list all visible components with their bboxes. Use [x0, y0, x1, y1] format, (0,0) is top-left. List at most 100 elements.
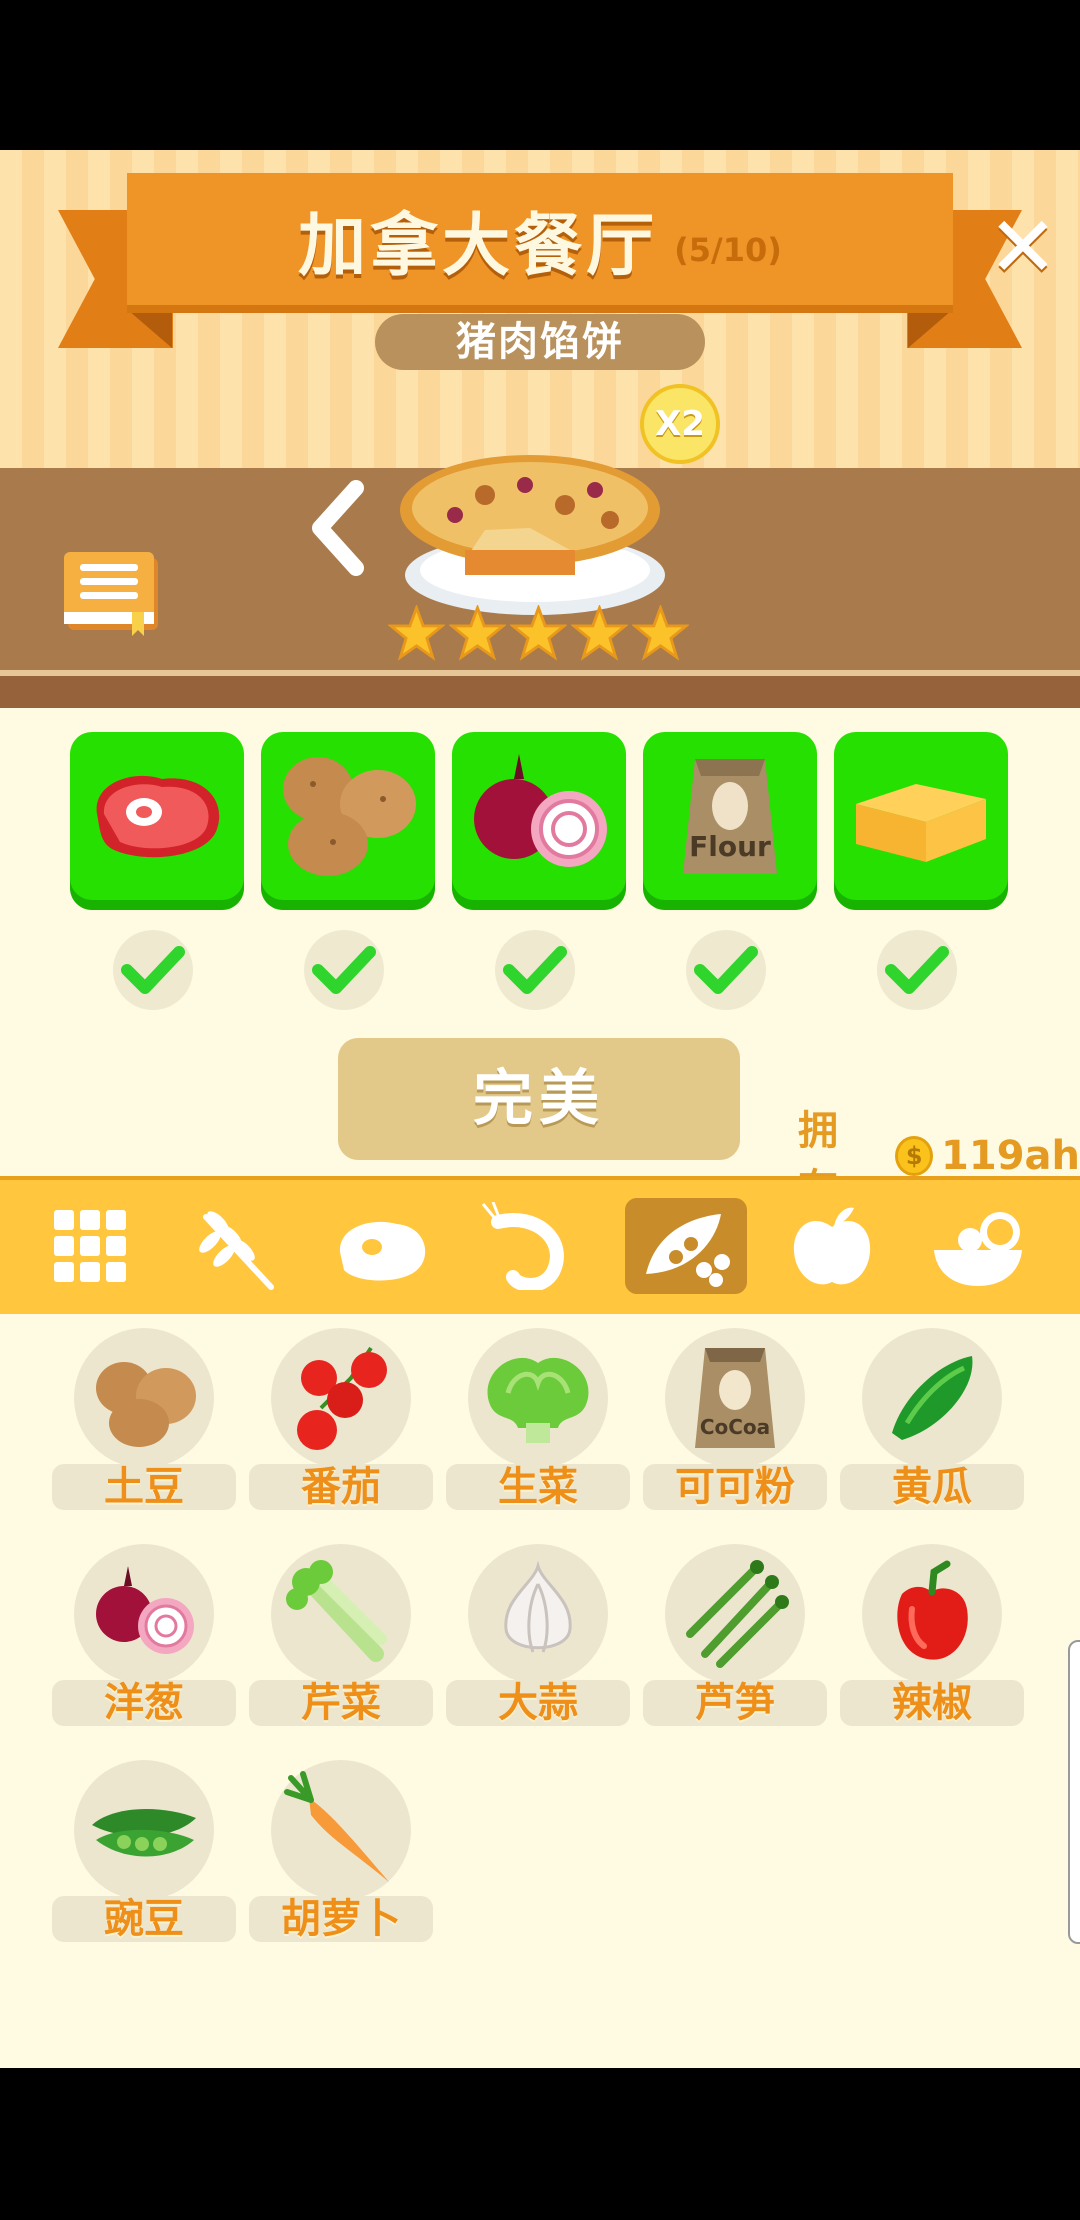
ingredient-onion[interactable]: 洋葱 — [52, 1544, 236, 1734]
ingredient-image — [271, 1760, 411, 1900]
ingredient-image — [468, 1328, 608, 1468]
ingredient-label: 洋葱 — [52, 1680, 236, 1726]
title-banner: 加拿大餐厅 (5/10) — [127, 173, 953, 313]
ingredient-slot-steak[interactable] — [70, 732, 244, 910]
category-vegetables[interactable] — [625, 1198, 747, 1294]
star-icon — [632, 605, 689, 661]
check-icon — [877, 930, 957, 1010]
category-grains[interactable] — [175, 1198, 297, 1294]
category-bar — [0, 1176, 1080, 1314]
ingredient-label: 芹菜 — [249, 1680, 433, 1726]
carrot-icon — [284, 1771, 391, 1885]
cocoa-bag-text: CoCoa — [700, 1415, 770, 1439]
category-meat[interactable] — [321, 1198, 443, 1294]
pepper-icon — [897, 1560, 968, 1660]
coin-icon: $ — [895, 1136, 934, 1176]
shrimp-icon — [481, 1202, 564, 1290]
ingredient-image — [74, 1328, 214, 1468]
multiplier-badge: X2 — [640, 384, 720, 464]
ingredient-potato[interactable]: 土豆 — [52, 1328, 236, 1518]
ingredient-image — [468, 1544, 608, 1684]
ingredient-image — [74, 1760, 214, 1900]
restaurant-title: 加拿大餐厅 — [298, 206, 659, 286]
grid-icon — [54, 1210, 126, 1282]
flour-bag-icon: Flour — [683, 759, 777, 874]
ingredient-image — [74, 1544, 214, 1684]
side-panel-handle[interactable] — [1068, 1640, 1080, 1944]
star-rating — [388, 605, 689, 662]
peas-icon — [92, 1808, 196, 1857]
ingredient-tomato[interactable]: 番茄 — [249, 1328, 433, 1518]
ingredient-pepper[interactable]: 辣椒 — [840, 1544, 1024, 1734]
salad-bowl-icon — [934, 1212, 1022, 1286]
ingredient-label: 生菜 — [446, 1464, 630, 1510]
ingredient-image — [665, 1544, 805, 1684]
counter-edge — [0, 670, 1080, 708]
chevron-left-icon[interactable] — [308, 478, 368, 578]
butter-icon — [856, 784, 986, 862]
ingredient-garlic[interactable]: 大蒜 — [446, 1544, 630, 1734]
perfect-button[interactable]: 完美 — [338, 1038, 740, 1160]
ingredient-label: 辣椒 — [840, 1680, 1024, 1726]
ingredient-slot-onion[interactable] — [452, 732, 626, 910]
dish-name: 猪肉馅饼 — [375, 314, 705, 370]
ingredient-image — [862, 1328, 1002, 1468]
recipe-book-icon[interactable] — [62, 550, 162, 640]
ingredient-cocoa[interactable]: CoCoa 可可粉 — [643, 1328, 827, 1518]
steak-icon — [96, 775, 220, 858]
asparagus-icon — [686, 1560, 789, 1668]
meat-icon — [339, 1221, 426, 1281]
star-icon — [388, 605, 445, 661]
check-icon — [304, 930, 384, 1010]
star-icon — [571, 605, 628, 661]
close-icon[interactable]: ✕ — [986, 205, 1060, 289]
ingredient-label: 胡萝卜 — [249, 1896, 433, 1942]
onion-icon — [96, 1566, 194, 1654]
ingredient-label: 豌豆 — [52, 1896, 236, 1942]
ingredient-lettuce[interactable]: 生菜 — [446, 1328, 630, 1518]
check-icon — [113, 930, 193, 1010]
star-icon — [510, 605, 567, 661]
ingredient-asparagus[interactable]: 芦笋 — [643, 1544, 827, 1734]
ingredient-label: 黄瓜 — [840, 1464, 1024, 1510]
level-progress: (5/10) — [674, 231, 782, 269]
game-screen: 加拿大餐厅 (5/10) ✕ 猪肉馅饼 X2 Flour 完美 拥 $ 119a… — [0, 150, 1080, 2068]
ingredient-peas[interactable]: 豌豆 — [52, 1760, 236, 1950]
ingredient-celery[interactable]: 芹菜 — [249, 1544, 433, 1734]
potatoes-icon — [283, 757, 416, 876]
ingredient-slot-potatoes[interactable] — [261, 732, 435, 910]
category-fruit[interactable] — [771, 1198, 893, 1294]
ingredient-carrot[interactable]: 胡萝卜 — [249, 1760, 433, 1950]
ingredient-slot-butter[interactable] — [834, 732, 1008, 910]
ingredient-image — [862, 1544, 1002, 1684]
lettuce-icon — [487, 1357, 589, 1443]
header: 加拿大餐厅 (5/10) ✕ 猪肉馅饼 — [0, 150, 1080, 468]
wheat-icon — [199, 1211, 274, 1290]
tomato-icon — [297, 1346, 387, 1450]
ingredient-label: 土豆 — [52, 1464, 236, 1510]
coin-amount: 119ah — [941, 1133, 1080, 1179]
ingredient-image: CoCoa — [665, 1328, 805, 1468]
apple-icon — [793, 1207, 871, 1285]
ingredient-label: 番茄 — [249, 1464, 433, 1510]
potato-icon — [96, 1362, 196, 1447]
ingredient-label: 可可粉 — [643, 1464, 827, 1510]
category-all[interactable] — [29, 1198, 151, 1294]
meat-pie-icon — [400, 455, 665, 615]
ingredient-slot-flour[interactable]: Flour — [643, 732, 817, 910]
flour-bag-text: Flour — [689, 830, 771, 863]
garlic-icon — [504, 1560, 572, 1653]
ingredient-image — [271, 1328, 411, 1468]
category-seafood[interactable] — [467, 1198, 589, 1294]
ingredient-label: 大蒜 — [446, 1680, 630, 1726]
check-icon — [686, 930, 766, 1010]
check-icon — [495, 930, 575, 1010]
category-salad[interactable] — [917, 1198, 1039, 1294]
celery-icon — [286, 1560, 387, 1662]
cucumber-icon — [892, 1356, 973, 1440]
ingredient-image — [271, 1544, 411, 1684]
cocoa-bag-icon: CoCoa — [695, 1348, 775, 1448]
star-icon — [449, 605, 506, 661]
ingredient-cucumber[interactable]: 黄瓜 — [840, 1328, 1024, 1518]
onion-icon — [474, 754, 607, 867]
